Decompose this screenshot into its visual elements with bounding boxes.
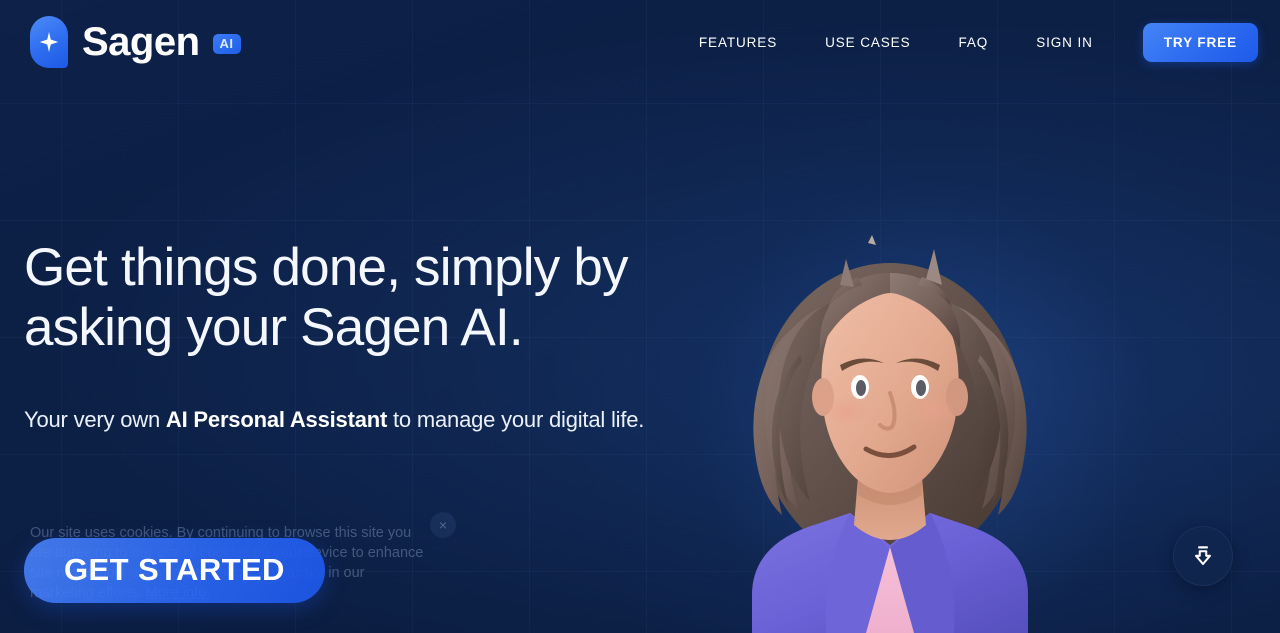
headline-line-2: asking your Sagen AI. (24, 298, 524, 358)
nav-link-faq[interactable]: FAQ (935, 25, 1013, 60)
close-icon-glyph: × (438, 517, 448, 533)
landing-page: Sagen AI FEATURES USE CASES FAQ SIGN IN … (0, 0, 1280, 633)
try-free-button[interactable]: TRY FREE (1142, 22, 1258, 62)
nav-link-use-cases[interactable]: USE CASES (801, 25, 934, 60)
hero-section: Get things done, simply by asking your S… (24, 238, 664, 435)
arrow-down-icon (1190, 543, 1216, 569)
sparkle-head-icon (30, 16, 68, 68)
brand-name: Sagen (82, 20, 200, 64)
site-header: Sagen AI FEATURES USE CASES FAQ SIGN IN … (0, 0, 1280, 84)
main-navigation: FEATURES USE CASES FAQ SIGN IN TRY FREE (675, 22, 1280, 62)
subtitle-suffix: to manage your digital life. (387, 406, 645, 432)
nav-link-features[interactable]: FEATURES (675, 25, 801, 60)
nav-link-sign-in[interactable]: SIGN IN (1012, 25, 1117, 60)
hero-character-illustration (690, 215, 1090, 633)
subtitle-prefix: Your very own (24, 406, 166, 432)
page-title: Get things done, simply by asking your S… (24, 238, 664, 359)
subtitle-emphasis: AI Personal Assistant (165, 406, 388, 432)
scroll-down-button[interactable] (1173, 526, 1233, 586)
close-icon[interactable]: × (430, 512, 456, 538)
brand-logo[interactable]: Sagen AI (30, 16, 241, 68)
hero-subtitle: Your very own AI Personal Assistant to m… (24, 405, 664, 435)
headline-line-1: Get things done, simply by (24, 238, 629, 297)
get-started-button[interactable]: GET STARTED (24, 538, 325, 603)
brand-ai-badge: AI (212, 33, 241, 54)
